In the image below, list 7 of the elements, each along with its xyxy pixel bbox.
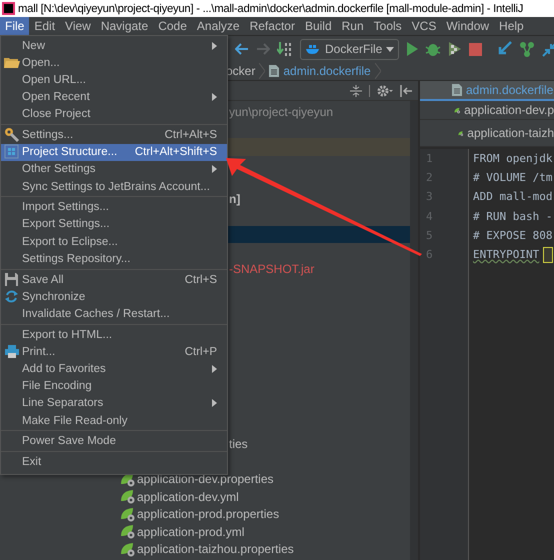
window-title: mall [N:\dev\qiyeyun\project-qiyeyun] - ...\mall-admin\docker\admin.dockerfile [mall-module-admin] - IntelliJ <box>18 2 524 14</box>
code-line: ENTRYPOINT <box>473 248 540 262</box>
code-line: # RUN bash - <box>473 210 552 223</box>
code-line: # VOLUME /tm <box>473 171 552 184</box>
code-line: # EXPOSE 808 <box>473 228 552 242</box>
code-line: ADD mall-mod <box>473 190 552 204</box>
code-line: FROM openjdk <box>473 152 552 166</box>
